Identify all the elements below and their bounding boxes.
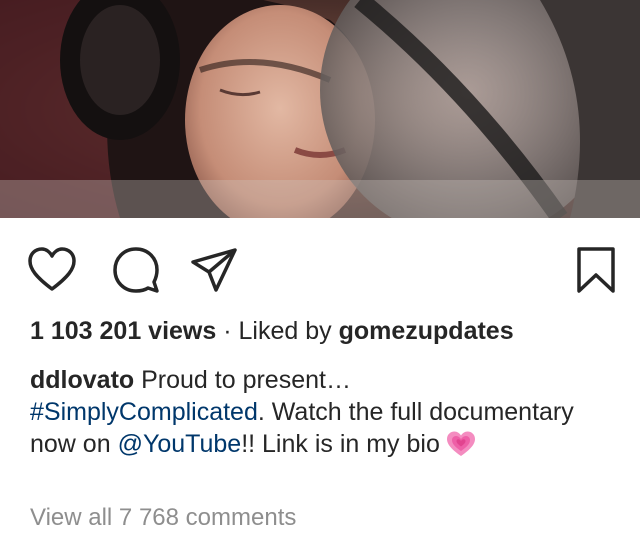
post-caption: ddlovato Proud to present… #SimplyComplic… bbox=[30, 364, 610, 460]
liked-by-prefix: Liked by bbox=[238, 317, 332, 345]
video-frame-image bbox=[0, 0, 640, 218]
view-all-comments-link[interactable]: View all 7 768 comments bbox=[30, 502, 296, 534]
liked-by-username[interactable]: gomezupdates bbox=[339, 317, 514, 345]
comment-icon[interactable] bbox=[110, 244, 162, 296]
view-count[interactable]: 1 103 201 views bbox=[30, 317, 216, 345]
post-actions bbox=[0, 218, 640, 318]
caption-username[interactable]: ddlovato bbox=[30, 366, 134, 394]
bookmark-icon[interactable] bbox=[570, 244, 622, 296]
post-media[interactable] bbox=[0, 0, 640, 218]
post-stats: 1 103 201 views · Liked by gomezupdates bbox=[30, 314, 514, 348]
growing-heart-emoji bbox=[446, 430, 476, 458]
separator-dot: · bbox=[223, 317, 232, 345]
caption-hashtag[interactable]: #SimplyComplicated bbox=[30, 398, 258, 426]
caption-text-3: !! Link is in my bio bbox=[241, 430, 440, 458]
send-icon[interactable] bbox=[188, 244, 240, 296]
caption-mention[interactable]: @YouTube bbox=[118, 430, 242, 458]
caption-text: Proud to present… bbox=[141, 366, 351, 394]
heart-icon[interactable] bbox=[26, 244, 78, 296]
